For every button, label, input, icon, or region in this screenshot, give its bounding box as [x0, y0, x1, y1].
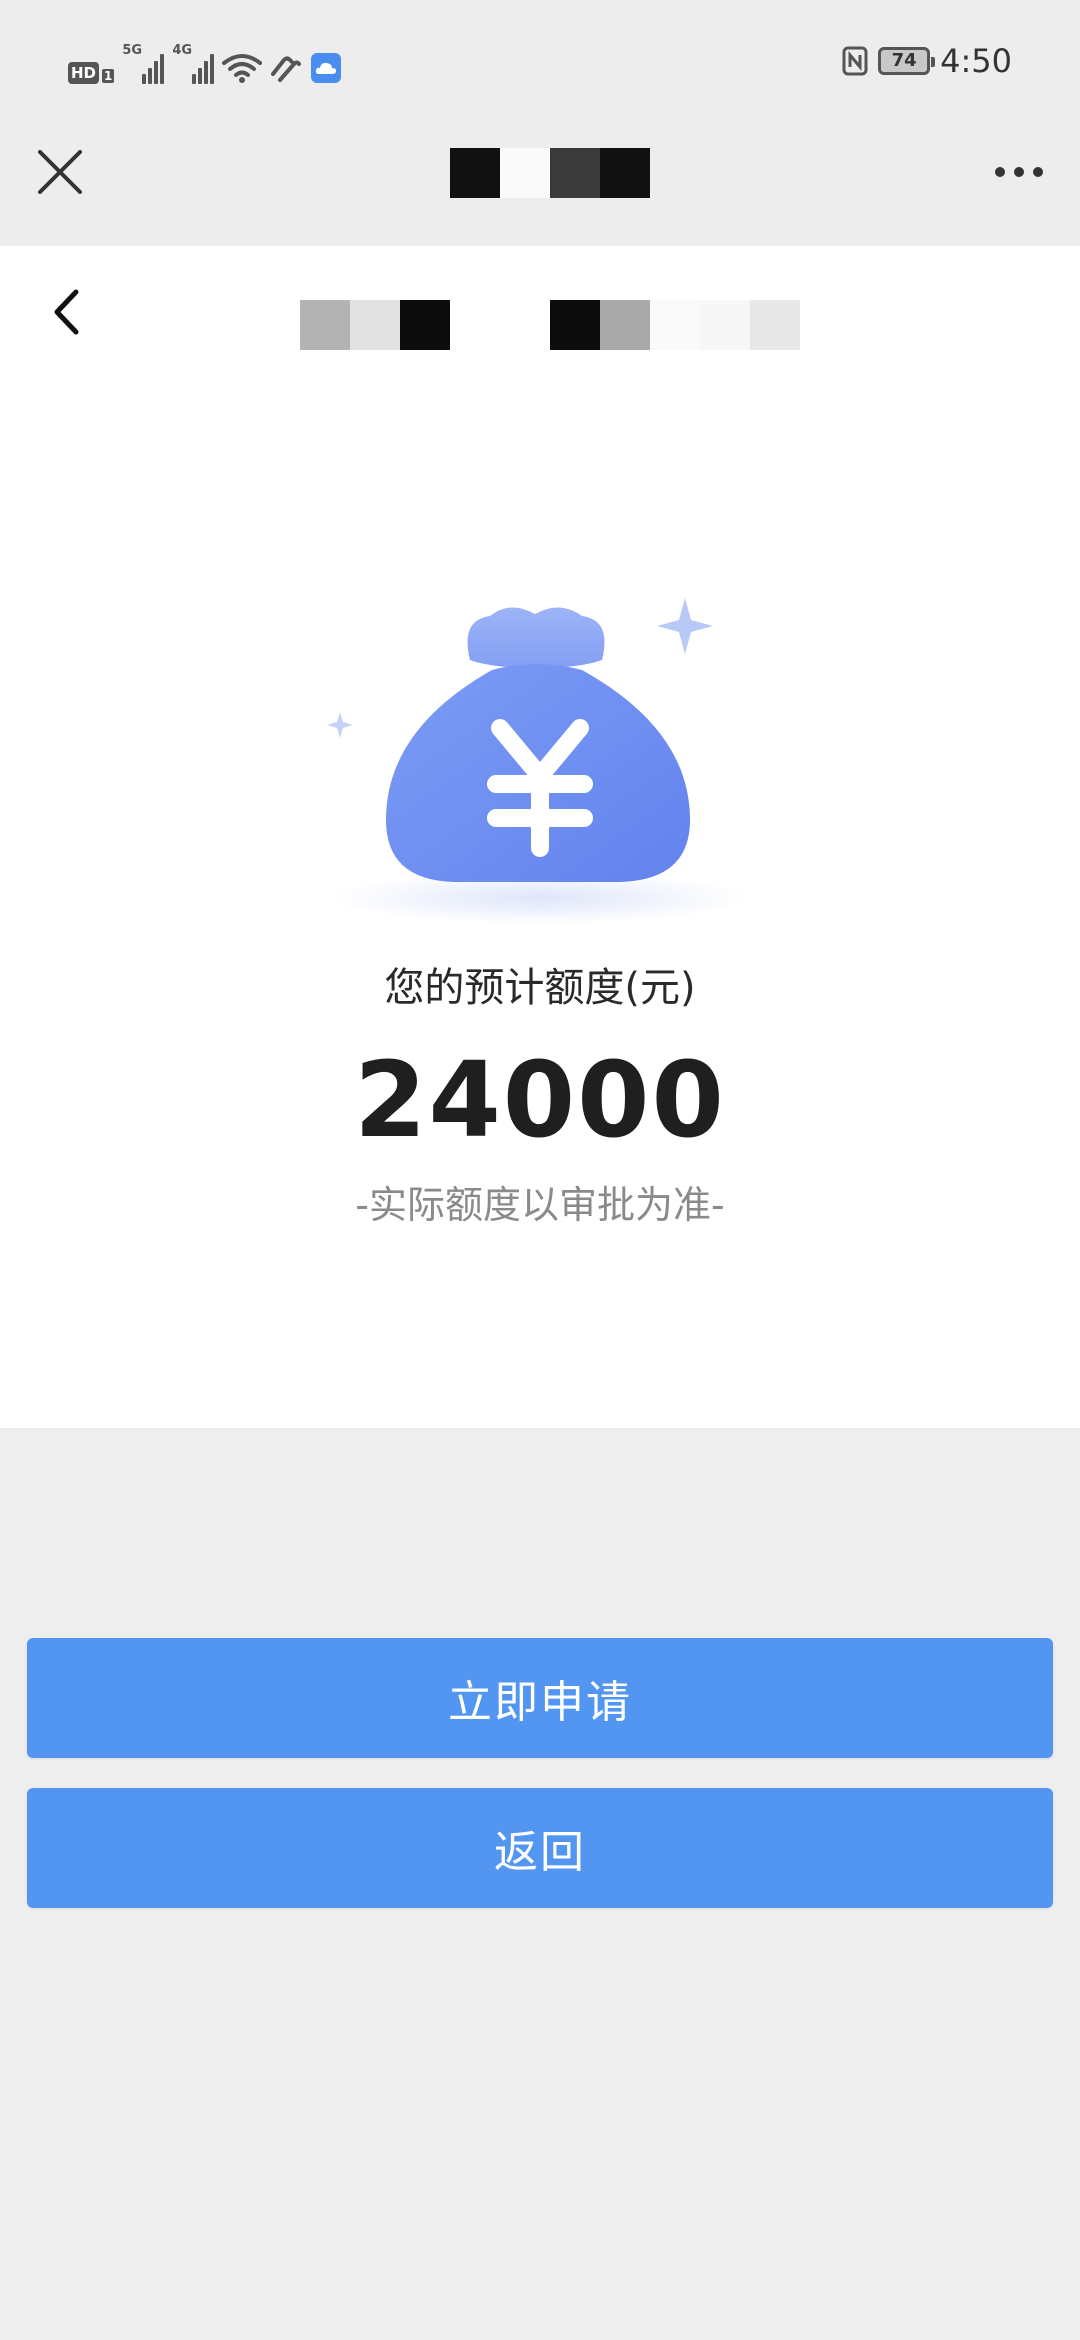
wifi-icon [222, 44, 263, 84]
net-4g-label: 4G [172, 43, 193, 58]
cloud-icon [310, 44, 342, 84]
signal-4g-icon: 4G [172, 43, 215, 84]
more-icon [1014, 167, 1024, 177]
status-right: 74 4:50 [842, 38, 1012, 84]
net-5g-label: 5G [122, 43, 143, 58]
close-button[interactable] [28, 140, 92, 204]
signal-bar [142, 74, 147, 84]
signal-5g-icon: 5G [122, 43, 165, 84]
signal-bar [148, 68, 153, 84]
redacted-subtitle [300, 300, 800, 350]
screen: HD 1 5G 4G 74 4:50 您的预计额度(元) 24000 -实际额度… [0, 0, 1080, 2340]
signal-bar [154, 61, 159, 84]
signal-bar [210, 54, 215, 84]
more-icon [1033, 167, 1043, 177]
hd-label: HD [68, 62, 100, 84]
more-icon [995, 167, 1005, 177]
signal-bar [198, 68, 203, 84]
signal-bar [204, 61, 209, 84]
money-bag-yen-icon [327, 598, 750, 924]
return-button[interactable]: 返回 [27, 1788, 1053, 1908]
sim-slot-label: 1 [102, 69, 115, 83]
credit-amount: 24000 [354, 1039, 726, 1161]
redacted-title [450, 148, 650, 198]
approval-note: -实际额度以审批为准- [355, 1183, 725, 1227]
status-time: 4:50 [940, 42, 1012, 80]
more-button[interactable] [980, 140, 1058, 204]
nfc-icon [842, 46, 868, 76]
status-bar: HD 1 5G 4G 74 4:50 [0, 0, 1080, 122]
chevron-left-icon [54, 289, 79, 335]
hd-icon: HD 1 [68, 62, 115, 84]
status-left: HD 1 5G 4G [68, 40, 342, 84]
hands-icon [270, 44, 302, 84]
back-button[interactable] [34, 270, 98, 354]
apply-now-button[interactable]: 立即申请 [27, 1638, 1053, 1758]
close-icon [38, 150, 82, 194]
estimate-label: 您的预计额度(元) [384, 965, 696, 1011]
signal-bar [192, 74, 197, 84]
signal-bar [160, 54, 165, 84]
battery-level: 74 [891, 50, 917, 71]
battery-icon: 74 [878, 47, 936, 75]
